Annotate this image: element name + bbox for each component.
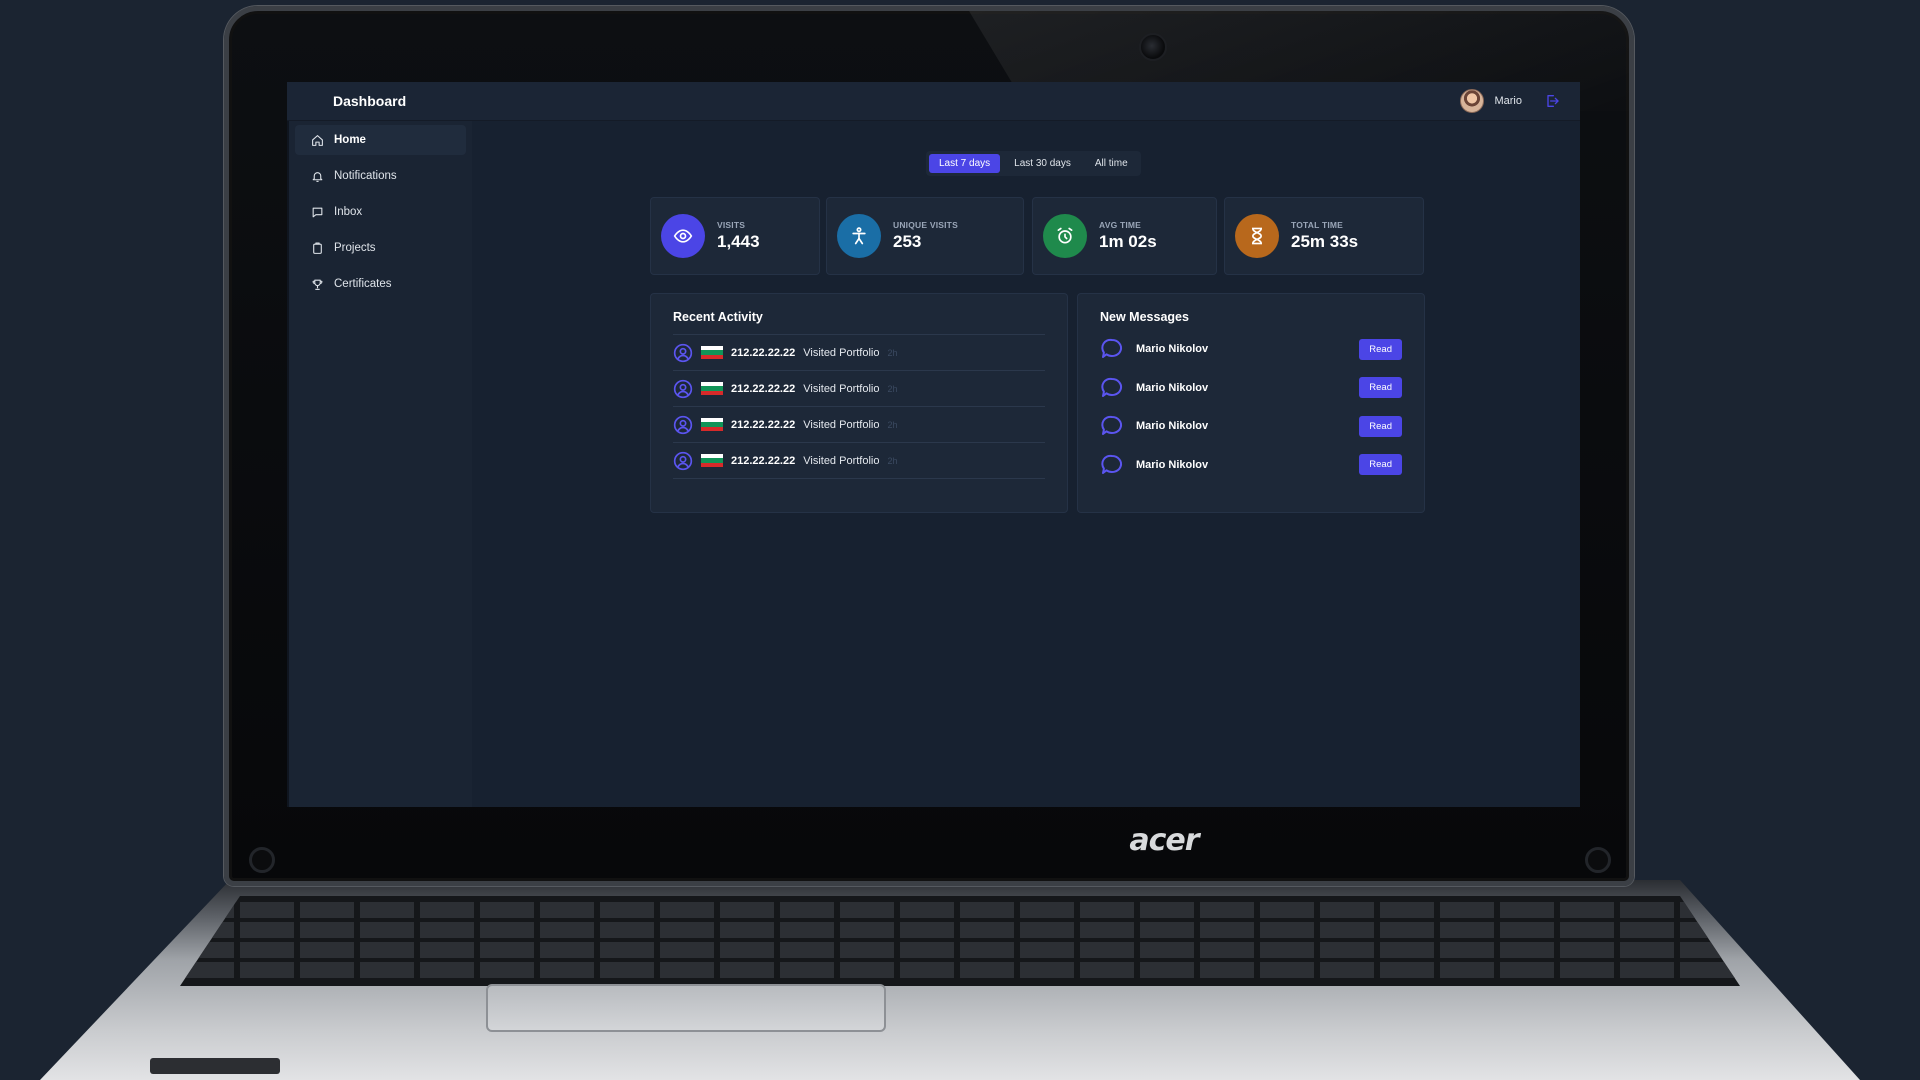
bulgaria-flag: [701, 345, 723, 360]
activity-ip: 212.22.22.22: [731, 454, 796, 467]
sidebar-item-label: Home: [334, 134, 366, 146]
home-icon: [312, 134, 323, 146]
activity-action: Visited Portfolio: [803, 346, 880, 359]
message-bubble-icon: [1101, 454, 1123, 474]
lid-bumper-right: [1585, 847, 1611, 873]
new-messages-panel: New Messages Mario Nikolov Read Mario Ni…: [1077, 293, 1425, 513]
sidebar-item-label: Notifications: [334, 170, 397, 182]
bulgaria-flag: [701, 381, 723, 396]
sidebar: Home Notifications Inbox Projects Certif…: [287, 121, 472, 807]
message-sender: Mario Nikolov: [1136, 420, 1209, 433]
chat-icon: [312, 207, 323, 217]
hourglass-icon: [1252, 227, 1262, 245]
sidebar-item-certificates[interactable]: Certificates: [295, 269, 466, 299]
bulgaria-flag: [701, 417, 723, 432]
activity-row[interactable]: 212.22.22.22 Visited Portfolio 2h: [673, 407, 1045, 443]
stat-value: 253: [893, 232, 922, 251]
alarm-clock-icon: [1057, 227, 1073, 244]
message-bubble-icon: [1101, 339, 1123, 359]
lid-bumper-left: [249, 847, 275, 873]
sidebar-item-projects[interactable]: Projects: [295, 233, 466, 263]
brand-logo: acer: [1129, 823, 1199, 858]
screen: Dashboard Mario Home Notifications Inbox: [287, 82, 1580, 807]
tab-last-7-days[interactable]: Last 7 days: [929, 154, 1001, 173]
top-bar: Dashboard Mario: [287, 82, 1580, 121]
stat-icon-badge: [661, 214, 705, 258]
user-circle-icon: [673, 451, 693, 470]
stat-value: 25m 33s: [1291, 232, 1359, 251]
stat-icon-badge: [837, 214, 881, 258]
tab-last-30-days[interactable]: Last 30 days: [1004, 154, 1081, 173]
activity-time: 2h: [887, 347, 898, 358]
panel-title: New Messages: [1100, 310, 1189, 324]
panel-title: Recent Activity: [673, 310, 1045, 335]
date-range-tabs: Last 7 days Last 30 days All time: [926, 151, 1141, 176]
activity-ip: 212.22.22.22: [731, 418, 796, 431]
stat-label: TOTAL TIME: [1291, 220, 1344, 230]
activity-time: 2h: [887, 455, 898, 466]
trophy-icon: [312, 279, 323, 290]
activity-time: 2h: [887, 383, 898, 394]
message-bubble-icon: [1101, 377, 1123, 397]
user-circle-icon: [673, 379, 693, 398]
user-menu[interactable]: Mario: [1460, 89, 1522, 113]
message-row[interactable]: Mario Nikolov Read: [1100, 369, 1402, 408]
avatar[interactable]: [1460, 89, 1485, 113]
person-icon: [852, 227, 866, 245]
stat-value: 1m 02s: [1099, 232, 1157, 251]
stat-label: UNIQUE VISITS: [893, 220, 958, 230]
recent-activity-panel: Recent Activity 212.22.22.22 Visited Por…: [650, 293, 1068, 513]
stat-label: VISITS: [717, 220, 746, 230]
message-row[interactable]: Mario Nikolov Read: [1100, 407, 1402, 446]
bulgaria-flag: [701, 453, 723, 468]
sidebar-item-home[interactable]: Home: [295, 125, 466, 155]
activity-ip: 212.22.22.22: [731, 346, 796, 359]
stat-icon-badge: [1235, 214, 1279, 258]
message-row[interactable]: Mario Nikolov Read: [1100, 446, 1402, 485]
stat-icon-badge: [1043, 214, 1087, 258]
message-sender: Mario Nikolov: [1136, 381, 1209, 394]
app-title: Dashboard: [333, 93, 407, 109]
clipboard-icon: [313, 242, 322, 254]
bell-icon: [312, 171, 323, 182]
eye-icon: [673, 229, 693, 243]
stat-card-avg-time: AVG TIME 1m 02s: [1032, 197, 1217, 275]
main-content: Last 7 days Last 30 days All time VISITS…: [472, 121, 1580, 807]
read-button[interactable]: Read: [1359, 338, 1402, 360]
user-circle-icon: [673, 415, 693, 434]
activity-row[interactable]: 212.22.22.22 Visited Portfolio 2h: [673, 335, 1045, 371]
read-button[interactable]: Read: [1359, 454, 1402, 476]
message-sender: Mario Nikolov: [1136, 343, 1209, 356]
stat-label: AVG TIME: [1099, 220, 1142, 230]
stat-card-total-time: TOTAL TIME 25m 33s: [1224, 197, 1424, 275]
laptop-touchpad: [486, 984, 886, 1032]
stat-card-unique-visits: UNIQUE VISITS 253: [826, 197, 1024, 275]
stat-value: 1,443: [717, 232, 760, 251]
activity-row[interactable]: 212.22.22.22 Visited Portfolio 2h: [673, 443, 1045, 479]
logout-icon[interactable]: [1544, 93, 1560, 109]
activity-time: 2h: [887, 419, 898, 430]
user-circle-icon: [673, 343, 693, 362]
user-name: Mario: [1494, 95, 1522, 107]
sidebar-item-notifications[interactable]: Notifications: [295, 161, 466, 191]
sidebar-item-inbox[interactable]: Inbox: [295, 197, 466, 227]
message-sender: Mario Nikolov: [1136, 458, 1209, 471]
sidebar-item-label: Inbox: [334, 206, 363, 218]
webcam: [1139, 33, 1167, 61]
tab-all-time[interactable]: All time: [1085, 154, 1138, 173]
laptop-keyboard: [180, 896, 1740, 986]
activity-ip: 212.22.22.22: [731, 382, 796, 395]
activity-action: Visited Portfolio: [803, 454, 880, 467]
stat-card-visits: VISITS 1,443: [650, 197, 820, 275]
message-bubble-icon: [1101, 416, 1123, 436]
read-button[interactable]: Read: [1359, 415, 1402, 437]
message-row[interactable]: Mario Nikolov Read: [1100, 330, 1402, 369]
activity-action: Visited Portfolio: [803, 418, 880, 431]
read-button[interactable]: Read: [1359, 377, 1402, 399]
sidebar-item-label: Projects: [334, 242, 376, 254]
laptop-card-slot: [150, 1058, 280, 1074]
activity-action: Visited Portfolio: [803, 382, 880, 395]
sidebar-item-label: Certificates: [334, 278, 392, 290]
activity-row[interactable]: 212.22.22.22 Visited Portfolio 2h: [673, 371, 1045, 407]
